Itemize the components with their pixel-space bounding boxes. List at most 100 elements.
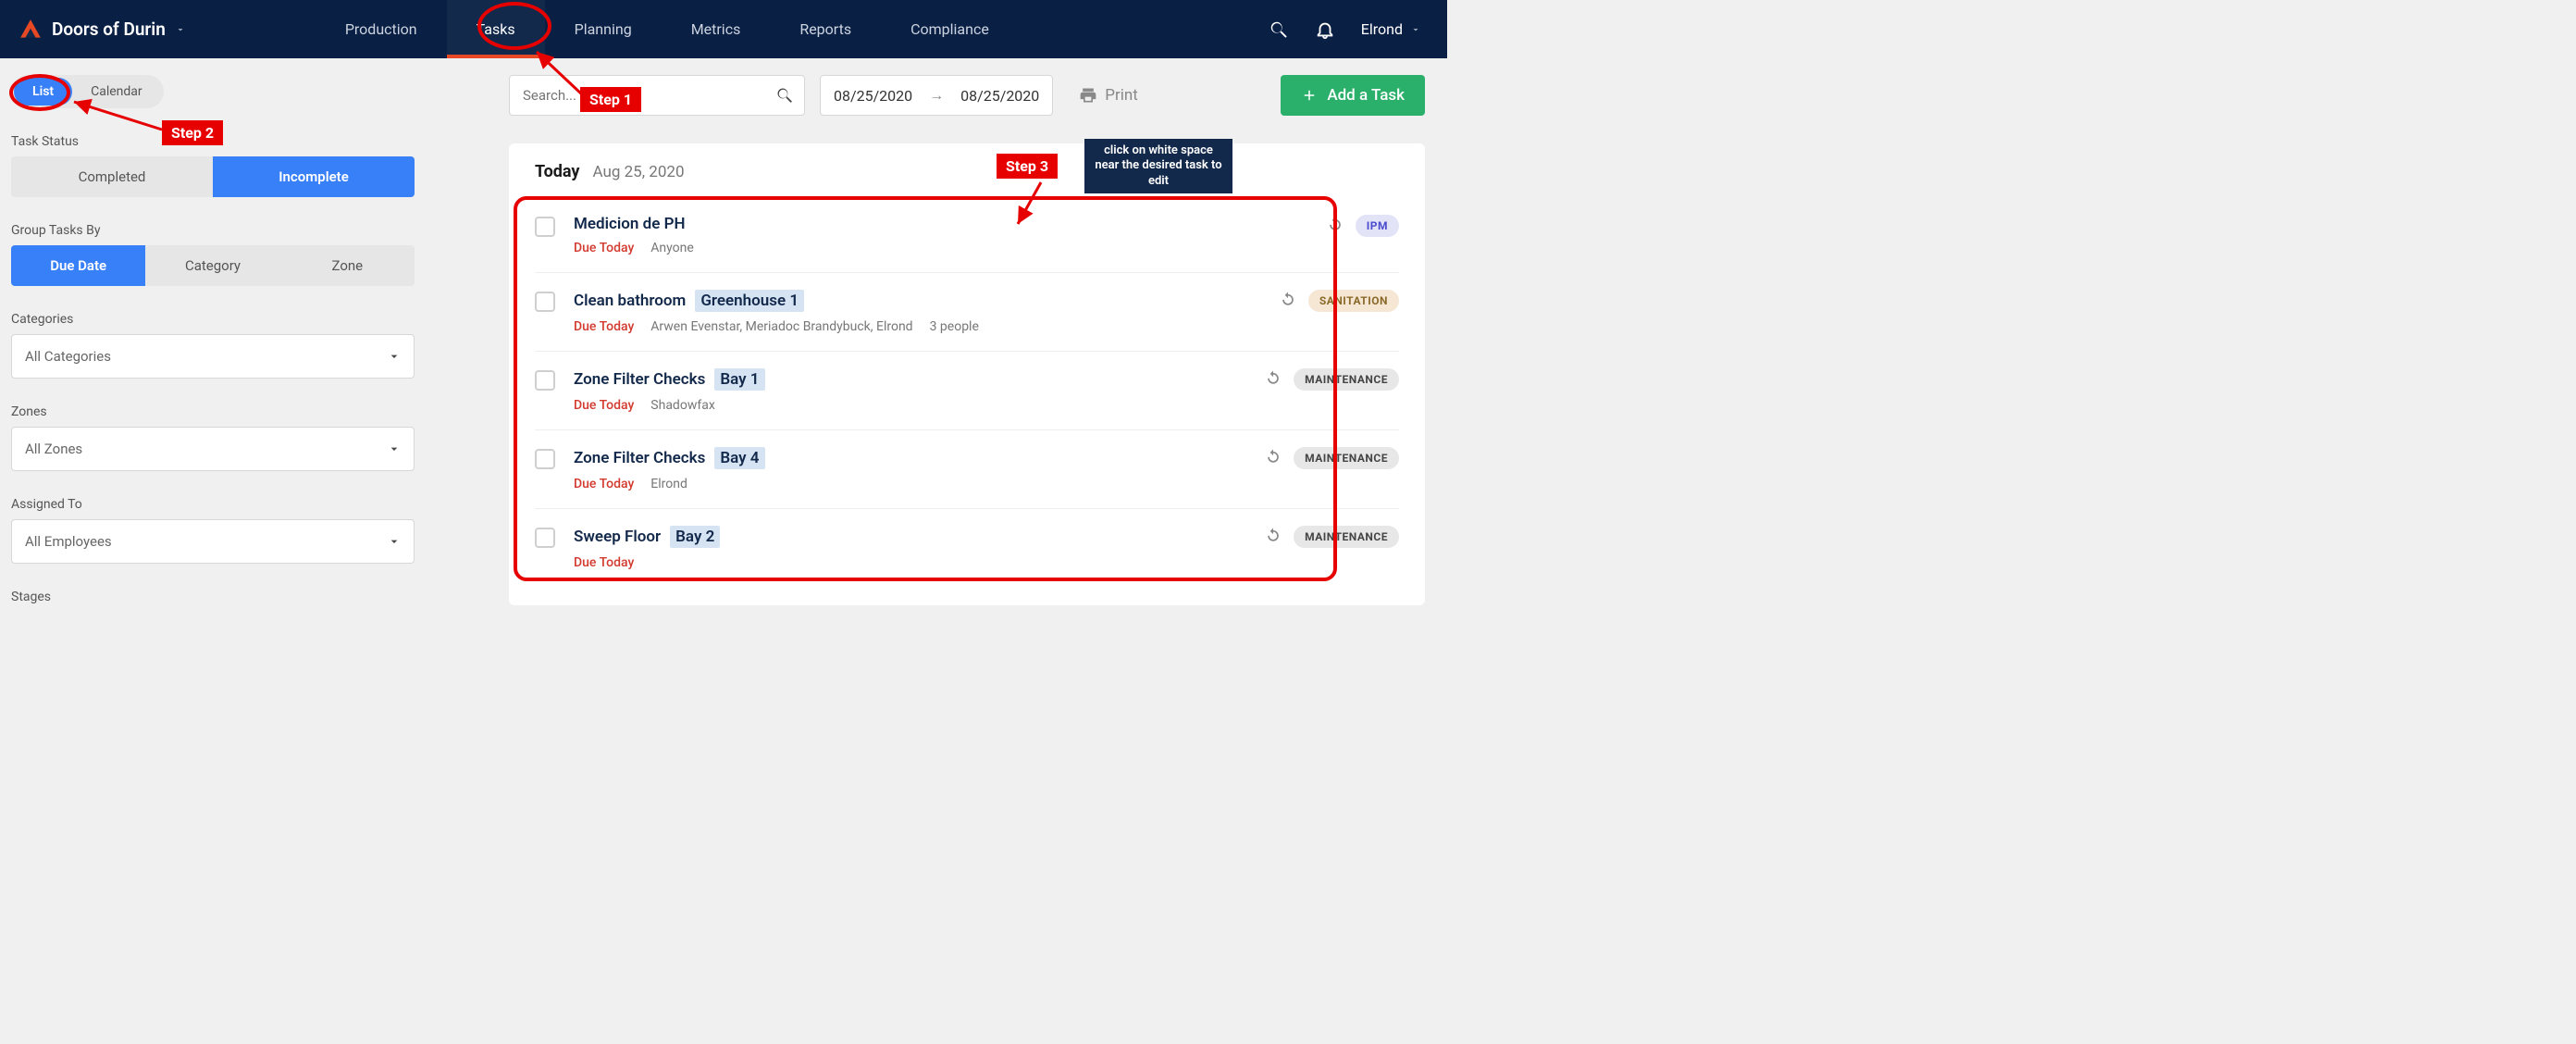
nav-planning[interactable]: Planning <box>545 0 662 58</box>
zone-chip: Bay 1 <box>714 368 764 391</box>
status-tab-incomplete[interactable]: Incomplete <box>213 156 415 197</box>
task-checkbox[interactable] <box>535 528 555 548</box>
chevron-down-icon <box>1410 24 1421 35</box>
task-subline: Due Today <box>574 555 1245 570</box>
task-title-text: Clean bathroom <box>574 292 686 310</box>
task-right: MAINTENANCE <box>1264 526 1399 548</box>
date-to: 08/25/2020 <box>960 87 1039 105</box>
task-subline: Due Today Arwen Evenstar, Meriadoc Brandy… <box>574 319 1260 334</box>
task-due: Due Today <box>574 477 634 491</box>
task-checkbox[interactable] <box>535 292 555 312</box>
nav-tasks[interactable]: Tasks <box>447 0 545 58</box>
today-date: Aug 25, 2020 <box>593 163 685 181</box>
task-row[interactable]: Zone Filter Checks Bay 1 Due Today Shadowfa… <box>535 352 1399 430</box>
category-pill: IPM <box>1356 215 1399 237</box>
task-due: Due Today <box>574 241 634 255</box>
task-row[interactable]: Medicion de PH Due Today Anyone IPM <box>535 198 1399 273</box>
task-title: Sweep FloorBay 2 <box>574 526 1245 548</box>
task-right: SANITATION <box>1279 290 1399 312</box>
bell-icon[interactable] <box>1315 19 1335 40</box>
category-pill: MAINTENANCE <box>1294 447 1399 469</box>
task-assignee-count: 3 people <box>930 319 979 334</box>
recur-icon[interactable] <box>1279 290 1297 312</box>
categories-label: Categories <box>11 312 415 327</box>
task-row[interactable]: Sweep FloorBay 2 Due Today MAINTENANCE <box>535 509 1399 587</box>
header-right: Elrond <box>1269 19 1447 40</box>
add-task-button[interactable]: Add a Task <box>1281 75 1425 116</box>
print-button[interactable]: Print <box>1079 86 1138 105</box>
task-assignees: Anyone <box>650 241 694 255</box>
main-area: 08/25/2020 → 08/25/2020 Print Add a Task… <box>426 58 1447 612</box>
task-row[interactable]: Clean bathroom Greenhouse 1 Due Today Arwen… <box>535 273 1399 352</box>
recur-icon[interactable] <box>1264 447 1282 469</box>
task-status-label: Task Status <box>11 134 415 149</box>
search-input[interactable] <box>509 75 805 116</box>
user-name: Elrond <box>1361 20 1403 38</box>
user-menu[interactable]: Elrond <box>1361 20 1421 38</box>
sidebar: ListCalendar Task Status CompletedIncomp… <box>0 58 426 612</box>
task-due: Due Today <box>574 319 634 334</box>
nav-metrics[interactable]: Metrics <box>662 0 771 58</box>
task-right: MAINTENANCE <box>1264 368 1399 391</box>
search-icon[interactable] <box>775 86 794 105</box>
group-tab-category[interactable]: Category <box>145 245 279 286</box>
assigned-dropdown[interactable]: All Employees <box>11 519 415 564</box>
task-checkbox[interactable] <box>535 217 555 237</box>
controls-bar: 08/25/2020 → 08/25/2020 Print Add a Task <box>509 75 1425 116</box>
task-body: Sweep FloorBay 2 Due Today <box>574 526 1245 570</box>
task-title-text: Medicion de PH <box>574 215 686 233</box>
search-icon[interactable] <box>1269 19 1289 40</box>
nav-production[interactable]: Production <box>316 0 447 58</box>
print-icon <box>1079 86 1097 105</box>
assigned-value: All Employees <box>11 519 415 564</box>
task-checkbox[interactable] <box>535 449 555 469</box>
brand-logo-icon <box>19 18 43 42</box>
task-title-text: Zone Filter Checks <box>574 370 705 389</box>
task-body: Clean bathroom Greenhouse 1 Due Today Arwen… <box>574 290 1260 334</box>
task-assignees: Arwen Evenstar, Meriadoc Brandybuck, Elr… <box>650 319 912 334</box>
zone-chip: Greenhouse 1 <box>695 290 804 312</box>
view-tab-calendar[interactable]: Calendar <box>72 78 161 106</box>
nav-reports[interactable]: Reports <box>770 0 881 58</box>
task-subline: Due Today Elrond <box>574 477 1245 491</box>
categories-dropdown[interactable]: All Categories <box>11 334 415 379</box>
brand-menu[interactable]: Doors of Durin <box>0 18 204 42</box>
add-task-label: Add a Task <box>1327 86 1405 105</box>
task-checkbox[interactable] <box>535 370 555 391</box>
zone-chip: Bay 4 <box>714 447 764 469</box>
print-label: Print <box>1105 86 1138 105</box>
category-pill: MAINTENANCE <box>1294 526 1399 548</box>
date-range-picker[interactable]: 08/25/2020 → 08/25/2020 <box>820 75 1053 116</box>
task-assignees: Shadowfax <box>650 398 714 413</box>
recur-icon[interactable] <box>1326 215 1344 237</box>
task-row[interactable]: Zone Filter Checks Bay 4 Due Today Elrond MA… <box>535 430 1399 509</box>
task-title-text: Zone Filter Checks <box>574 449 705 467</box>
group-tab-zone[interactable]: Zone <box>280 245 415 286</box>
task-due: Due Today <box>574 555 634 570</box>
task-title-text: Sweep Floor <box>574 528 661 546</box>
task-due: Due Today <box>574 398 634 413</box>
task-body: Zone Filter Checks Bay 4 Due Today Elrond <box>574 447 1245 491</box>
group-tab-due-date[interactable]: Due Date <box>11 245 145 286</box>
card-header: Today Aug 25, 2020 <box>535 162 1399 181</box>
zones-dropdown[interactable]: All Zones <box>11 427 415 471</box>
today-label: Today <box>535 162 580 181</box>
task-assignees: Elrond <box>650 477 687 491</box>
task-right: IPM <box>1326 215 1399 237</box>
brand-name: Doors of Durin <box>52 19 166 40</box>
task-list: Medicion de PH Due Today Anyone IPM Clean ba… <box>535 198 1399 587</box>
status-tab-completed[interactable]: Completed <box>11 156 213 197</box>
task-title: Clean bathroom Greenhouse 1 <box>574 290 1260 312</box>
nav-compliance[interactable]: Compliance <box>881 0 1019 58</box>
task-body: Medicion de PH Due Today Anyone <box>574 215 1307 255</box>
group-by-toggle: Due DateCategoryZone <box>11 245 415 286</box>
app-header: Doors of Durin ProductionTasksPlanningMe… <box>0 0 1447 58</box>
recur-icon[interactable] <box>1264 368 1282 391</box>
zones-label: Zones <box>11 404 415 419</box>
task-body: Zone Filter Checks Bay 1 Due Today Shadowfa… <box>574 368 1245 413</box>
view-tab-list[interactable]: List <box>14 78 72 106</box>
view-toggle: ListCalendar <box>11 75 164 108</box>
task-status-toggle: CompletedIncomplete <box>11 156 415 197</box>
category-pill: SANITATION <box>1308 290 1399 312</box>
recur-icon[interactable] <box>1264 526 1282 548</box>
